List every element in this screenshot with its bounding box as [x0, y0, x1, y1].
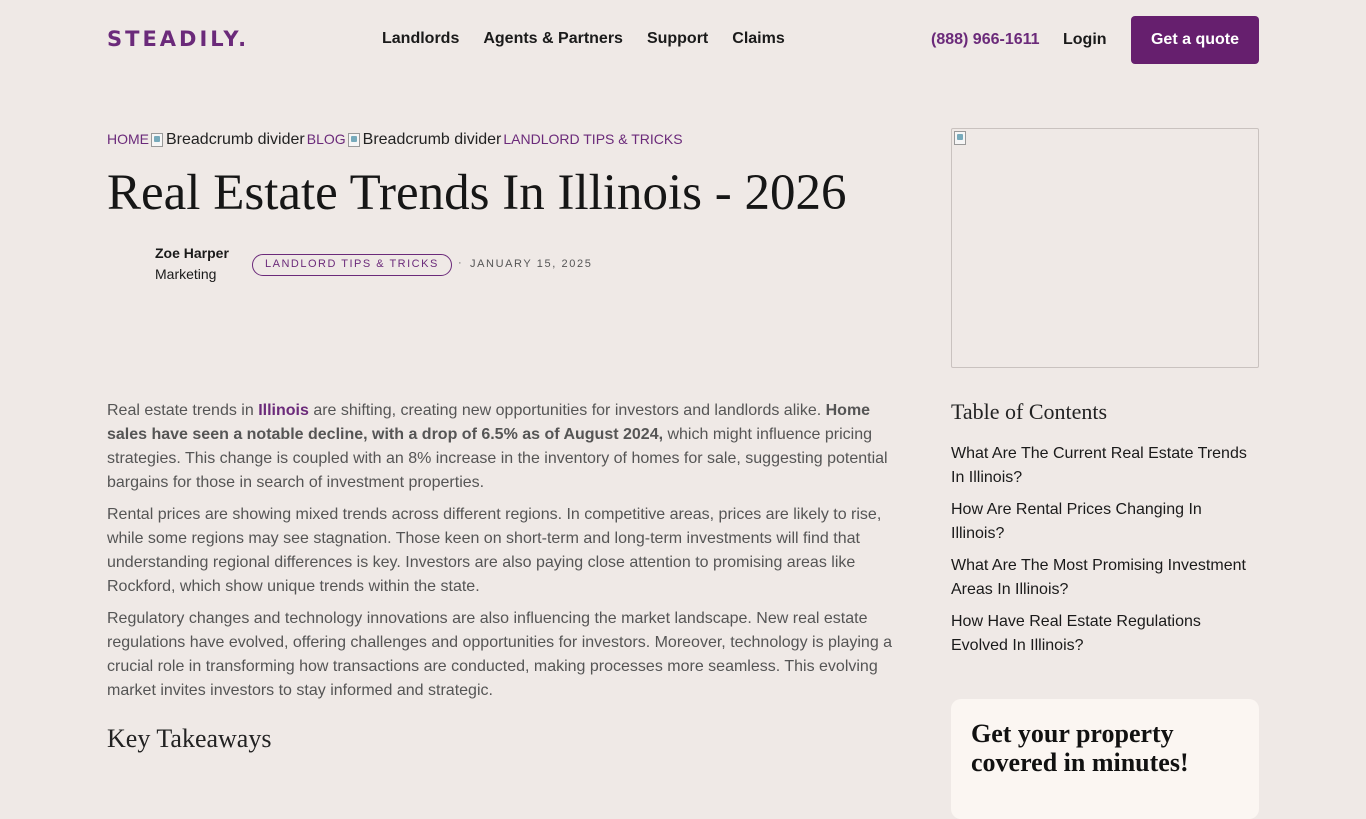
toc-title: Table of Contents [951, 399, 1108, 424]
toc-item[interactable]: What Are The Most Promising Investment A… [951, 554, 1251, 602]
breadcrumb-divider: Breadcrumb divider [151, 131, 305, 149]
breadcrumb-divider: Breadcrumb divider [347, 131, 501, 149]
breadcrumb-home[interactable]: HOME [107, 131, 149, 147]
author-role: Marketing [155, 266, 217, 282]
paragraph-1: Real estate trends in Illinois are shift… [107, 402, 888, 491]
nav-agents-partners[interactable]: Agents & Partners [483, 30, 623, 48]
nav-support[interactable]: Support [647, 30, 708, 48]
page-title: Real Estate Trends In Illinois - 2026 [107, 165, 847, 221]
broken-image-icon [347, 133, 360, 147]
broken-image-icon [954, 131, 966, 145]
breadcrumb-blog[interactable]: BLOG [307, 131, 346, 147]
illinois-link[interactable]: Illinois [258, 402, 309, 419]
publish-date: JANUARY 15, 2025 [470, 258, 593, 270]
sidebar-image [951, 128, 1259, 368]
author-name: Zoe Harper [155, 245, 229, 261]
meta-separator: · [458, 257, 462, 269]
paragraph-3: Regulatory changes and technology innova… [107, 610, 893, 699]
cta-title: Get your property covered in minutes! [971, 719, 1189, 777]
toc-item[interactable]: What Are The Current Real Estate Trends … [951, 442, 1251, 490]
nav-landlords[interactable]: Landlords [382, 30, 459, 48]
login-link[interactable]: Login [1063, 31, 1107, 49]
nav-claims[interactable]: Claims [732, 30, 784, 48]
category-tag[interactable]: LANDLORD TIPS & TRICKS [252, 254, 452, 276]
breadcrumb-category[interactable]: LANDLORD TIPS & TRICKS [503, 131, 682, 147]
main-nav: Landlords Agents & Partners Support Clai… [382, 30, 809, 48]
quote-cta-card: Get your property covered in minutes! [951, 699, 1259, 819]
key-takeaways-heading: Key Takeaways [107, 724, 272, 753]
toc-item[interactable]: How Are Rental Prices Changing In Illino… [951, 498, 1251, 546]
phone-link[interactable]: (888) 966-1611 [931, 31, 1040, 49]
breadcrumb: HOME Breadcrumb divider BLOG Breadcrumb … [107, 128, 683, 149]
toc-item[interactable]: How Have Real Estate Regulations Evolved… [951, 610, 1251, 658]
broken-image-icon [151, 133, 163, 147]
paragraph-2: Rental prices are showing mixed trends a… [107, 506, 882, 595]
article-body: Real estate trends in Illinois are shift… [107, 399, 902, 711]
get-a-quote-button[interactable]: Get a quote [1131, 16, 1259, 64]
table-of-contents: What Are The Current Real Estate Trends … [951, 442, 1251, 666]
steadily-logo[interactable]: STEADILY. [107, 27, 249, 51]
